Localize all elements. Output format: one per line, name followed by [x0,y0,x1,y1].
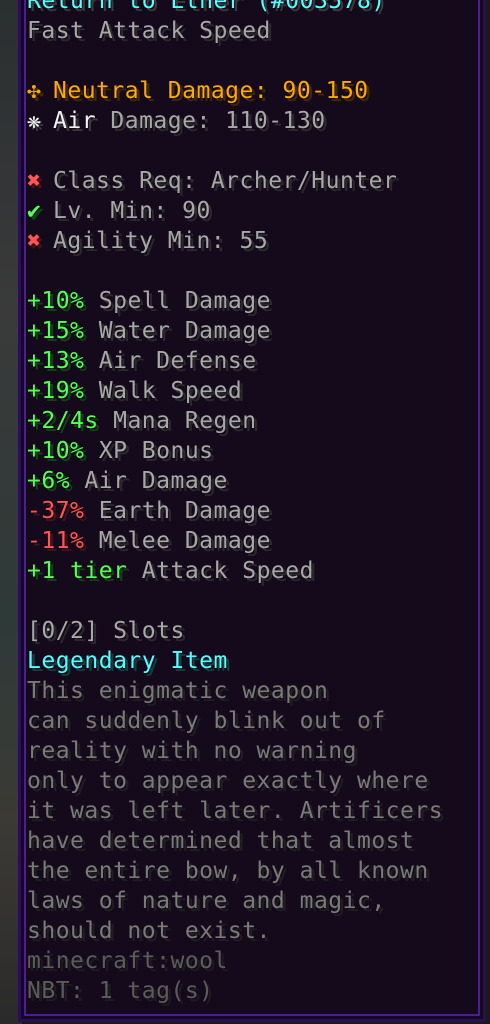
neutral-damage-icon: ✣ [27,78,42,104]
identification-row: +2/4s Mana Regen [27,406,487,436]
identification-value: +10% [27,438,85,464]
identification-stat: Earth Damage [98,498,271,524]
level-requirement-label: Lv. Min: 90 [53,198,211,224]
identification-row: +6% Air Damage [27,466,487,496]
lore-line: reality with no warning [27,738,357,764]
identification-row: -11% Melee Damage [27,526,487,556]
air-damage-element: Air [53,108,97,134]
identification-row: +10% XP Bonus [27,436,487,466]
identification-stat: Air Damage [84,468,228,494]
level-requirement: ✔ Lv. Min: 90 [27,196,487,226]
cross-icon: ✖ [27,228,42,254]
attack-speed: Fast Attack Speed [27,18,271,44]
neutral-damage: ✣ Neutral Damage: 90-150 [27,76,487,106]
air-damage: ❋ Air Damage: 110-130 [27,106,487,136]
identification-stat: Walk Speed [98,378,243,404]
identification-value: -37% [27,498,85,524]
tooltip-content: Return to Ether (#003578) Fast Attack Sp… [27,0,487,1006]
identification-stat: Mana Regen [113,408,257,434]
identification-row: +13% Air Defense [27,346,487,376]
lore-line: only to appear exactly where [27,768,429,794]
identification-row: +1 tier Attack Speed [27,556,487,586]
lore-line: the entire bow, by all known [27,858,429,884]
identification-value: +19% [27,378,85,404]
agility-requirement: ✖ Agility Min: 55 [27,226,487,256]
identification-value: +2/4s [27,408,99,434]
lore-line: should not exist. [27,918,271,944]
identification-stat: Melee Damage [98,528,271,554]
identification-value: -11% [27,528,85,554]
item-name: Return to Ether (#003578) [27,0,386,14]
identification-value: +13% [27,348,85,374]
identification-row: -37% Earth Damage [27,496,487,526]
identification-row: +19% Walk Speed [27,376,487,406]
cross-icon: ✖ [27,168,42,194]
air-damage-icon: ❋ [27,108,42,134]
identification-value: +10% [27,288,85,314]
identification-value: +6% [27,468,71,494]
identification-stat: Spell Damage [98,288,271,314]
identification-row: +15% Water Damage [27,316,487,346]
lore-line: laws of nature and magic, [27,888,386,914]
neutral-damage-label: Neutral Damage: 90-150 [53,78,369,104]
class-requirement: ✖ Class Req: Archer/Hunter [27,166,487,196]
identification-stat: XP Bonus [98,438,214,464]
rarity-label: Legendary Item [27,648,228,674]
identification-row: +10% Spell Damage [27,286,487,316]
powder-slots: [0/2] Slots [27,618,185,644]
identification-stat: Air Defense [98,348,257,374]
identification-stat: Attack Speed [141,558,314,584]
air-damage-label: Damage: 110-130 [96,108,326,134]
nbt-info: NBT: 1 tag(s) [27,978,214,1004]
lore-line: This enigmatic weapon [27,678,329,704]
class-requirement-label: Class Req: Archer/Hunter [53,168,398,194]
agility-requirement-label: Agility Min: 55 [53,228,269,254]
lore-line: can suddenly blink out of [27,708,386,734]
identifications-list: +10% Spell Damage +15% Water Damage +13% A… [27,286,487,586]
lore-line: it was left later. Artificers [27,798,444,824]
lore-line: have determined that almost [27,828,415,854]
identification-stat: Water Damage [98,318,271,344]
item-id: minecraft:wool [27,948,228,974]
checkmark-icon: ✔ [27,198,42,224]
lore-text: This enigmatic weapon can suddenly blink … [27,676,487,946]
identification-value: +15% [27,318,85,344]
identification-value: +1 tier [27,558,128,584]
